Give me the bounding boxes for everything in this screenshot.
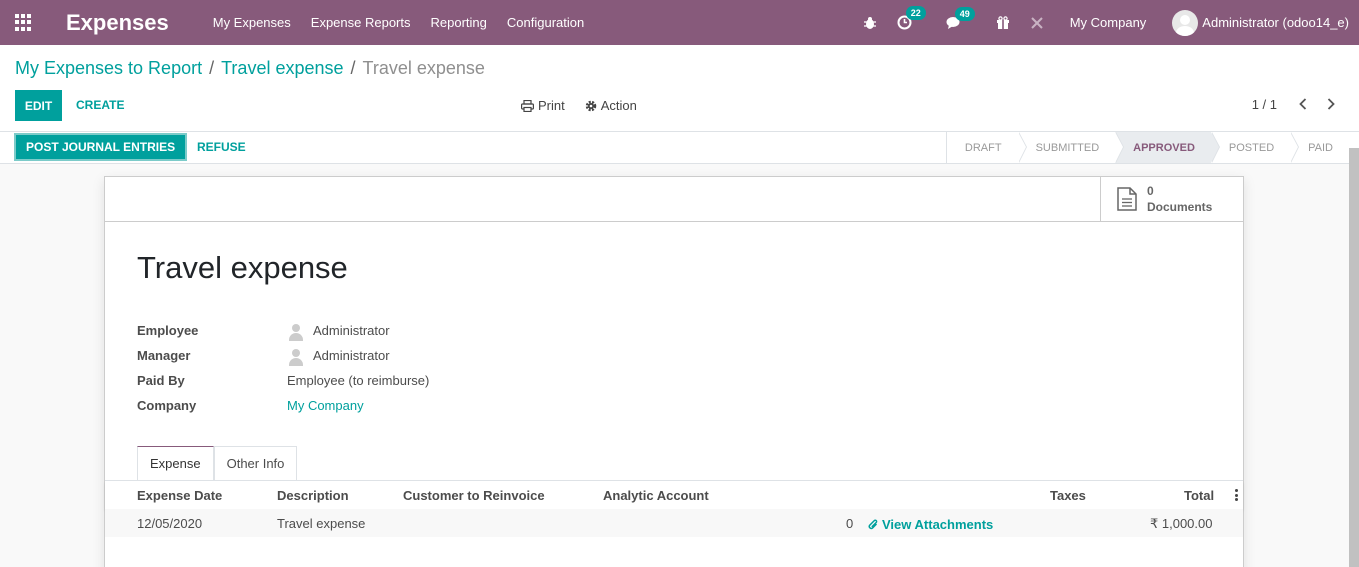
action-button[interactable]: Action bbox=[585, 98, 637, 113]
employee-field: Administrator bbox=[287, 322, 390, 341]
top-navbar: Expenses My Expenses Expense Reports Rep… bbox=[0, 0, 1359, 45]
col-analytic-account[interactable]: Analytic Account bbox=[603, 488, 709, 503]
documents-count: 0 bbox=[1147, 184, 1154, 198]
messages-button[interactable]: 49 bbox=[946, 6, 975, 30]
form-fields: Employee Administrator Manager Administr… bbox=[137, 318, 429, 418]
view-attachments-button[interactable]: View Attachments bbox=[868, 517, 993, 532]
pager-value[interactable]: 1 / 1 bbox=[1252, 97, 1277, 112]
breadcrumb-current: Travel expense bbox=[362, 58, 485, 78]
cell-total: ₹ 1,000.00 bbox=[1150, 516, 1213, 531]
paid-by-label: Paid By bbox=[137, 373, 185, 388]
breadcrumb-separator: / bbox=[350, 58, 356, 78]
col-description[interactable]: Description bbox=[277, 488, 349, 503]
create-button[interactable]: CREATE bbox=[76, 98, 124, 112]
col-taxes[interactable]: Taxes bbox=[1050, 488, 1086, 503]
statusbar: POST JOURNAL ENTRIES REFUSE DRAFT SUBMIT… bbox=[0, 132, 1359, 164]
manager-label: Manager bbox=[137, 348, 191, 363]
edit-button[interactable]: EDIT bbox=[15, 90, 62, 121]
control-panel: My Expenses to Report / Travel expense /… bbox=[0, 45, 1359, 132]
expense-title: Travel expense bbox=[137, 250, 348, 285]
print-label: Print bbox=[538, 98, 565, 113]
manager-value: Administrator bbox=[313, 348, 390, 363]
pager-next-icon[interactable] bbox=[1321, 95, 1341, 113]
stage-pipeline: DRAFT SUBMITTED APPROVED POSTED PAID bbox=[945, 132, 1349, 163]
stage-posted[interactable]: POSTED bbox=[1211, 132, 1300, 163]
company-link[interactable]: My Company bbox=[287, 398, 364, 413]
stage-approved[interactable]: APPROVED bbox=[1115, 132, 1220, 163]
company-switcher[interactable]: My Company bbox=[1070, 15, 1147, 30]
form-sheet: 0 Documents Travel expense Employee Admi… bbox=[104, 176, 1244, 567]
messages-badge: 49 bbox=[954, 6, 975, 21]
gift-icon[interactable] bbox=[996, 15, 1010, 30]
optional-columns-icon[interactable] bbox=[1235, 489, 1238, 501]
documents-button[interactable]: 0 Documents bbox=[1100, 177, 1243, 221]
company-label: Company bbox=[137, 398, 197, 413]
print-icon bbox=[521, 99, 534, 112]
bug-icon[interactable] bbox=[863, 16, 877, 30]
page-scrollbar[interactable] bbox=[1349, 148, 1359, 567]
stage-submitted[interactable]: SUBMITTED bbox=[1018, 132, 1124, 163]
print-button[interactable]: Print bbox=[521, 98, 565, 113]
paid-by-row: Paid By Employee (to reimburse) bbox=[137, 368, 429, 393]
user-menu[interactable]: Administrator (odoo14_e) bbox=[1172, 9, 1349, 36]
menu-reporting[interactable]: Reporting bbox=[431, 15, 487, 30]
user-icon bbox=[287, 322, 305, 341]
pager-previous-icon[interactable] bbox=[1293, 95, 1313, 113]
document-icon bbox=[1117, 187, 1137, 211]
table-header: Expense Date Description Customer to Rei… bbox=[105, 481, 1243, 509]
col-expense-date[interactable]: Expense Date bbox=[137, 488, 222, 503]
user-name: Administrator (odoo14_e) bbox=[1202, 15, 1349, 30]
employee-label: Employee bbox=[137, 323, 199, 338]
cell-attachment-count: 0 bbox=[846, 516, 854, 531]
activity-button[interactable]: 22 bbox=[897, 6, 926, 30]
action-label: Action bbox=[600, 98, 637, 113]
breadcrumb-report[interactable]: Travel expense bbox=[221, 58, 343, 79]
stage-draft[interactable]: DRAFT bbox=[947, 132, 1027, 163]
manager-row: Manager Administrator bbox=[137, 343, 429, 368]
post-journal-entries-button[interactable]: POST JOURNAL ENTRIES bbox=[14, 133, 188, 161]
cell-description: Travel expense bbox=[277, 516, 366, 531]
employee-row: Employee Administrator bbox=[137, 318, 429, 343]
table-row[interactable]: 12/05/2020 Travel expense 0 View Attachm… bbox=[105, 509, 1243, 537]
avatar bbox=[1172, 9, 1199, 36]
manager-field: Administrator bbox=[287, 347, 390, 366]
breadcrumb-my-expenses[interactable]: My Expenses to Report bbox=[15, 58, 202, 79]
col-total[interactable]: Total bbox=[1184, 488, 1214, 503]
menu-configuration[interactable]: Configuration bbox=[507, 15, 584, 30]
user-icon bbox=[287, 347, 305, 366]
apps-icon[interactable] bbox=[15, 13, 33, 32]
menu-expense-reports[interactable]: Expense Reports bbox=[311, 15, 411, 30]
refuse-button[interactable]: REFUSE bbox=[197, 140, 246, 154]
activity-badge: 22 bbox=[905, 6, 926, 20]
menu-my-expenses[interactable]: My Expenses bbox=[213, 15, 291, 30]
breadcrumb: My Expenses to Report / Travel expense /… bbox=[15, 58, 485, 79]
paid-by-value: Employee (to reimburse) bbox=[287, 373, 430, 388]
breadcrumb-separator: / bbox=[209, 58, 215, 78]
tools-icon[interactable] bbox=[1030, 16, 1044, 30]
view-attachments-label: View Attachments bbox=[882, 517, 994, 532]
cell-expense-date: 12/05/2020 bbox=[137, 516, 203, 531]
smart-button-box: 0 Documents bbox=[105, 177, 1243, 222]
employee-value: Administrator bbox=[313, 323, 390, 338]
col-customer-reinvoice[interactable]: Customer to Reinvoice bbox=[403, 488, 545, 503]
notebook-tabs: Expense Other Info bbox=[137, 446, 298, 480]
tab-other-info[interactable]: Other Info bbox=[213, 446, 298, 480]
documents-label: Documents bbox=[1147, 200, 1213, 214]
paperclip-icon bbox=[868, 518, 878, 529]
gear-icon bbox=[585, 100, 596, 111]
tab-expense[interactable]: Expense bbox=[137, 446, 214, 480]
company-row: Company My Company bbox=[137, 393, 429, 418]
app-title: Expenses bbox=[66, 9, 169, 35]
